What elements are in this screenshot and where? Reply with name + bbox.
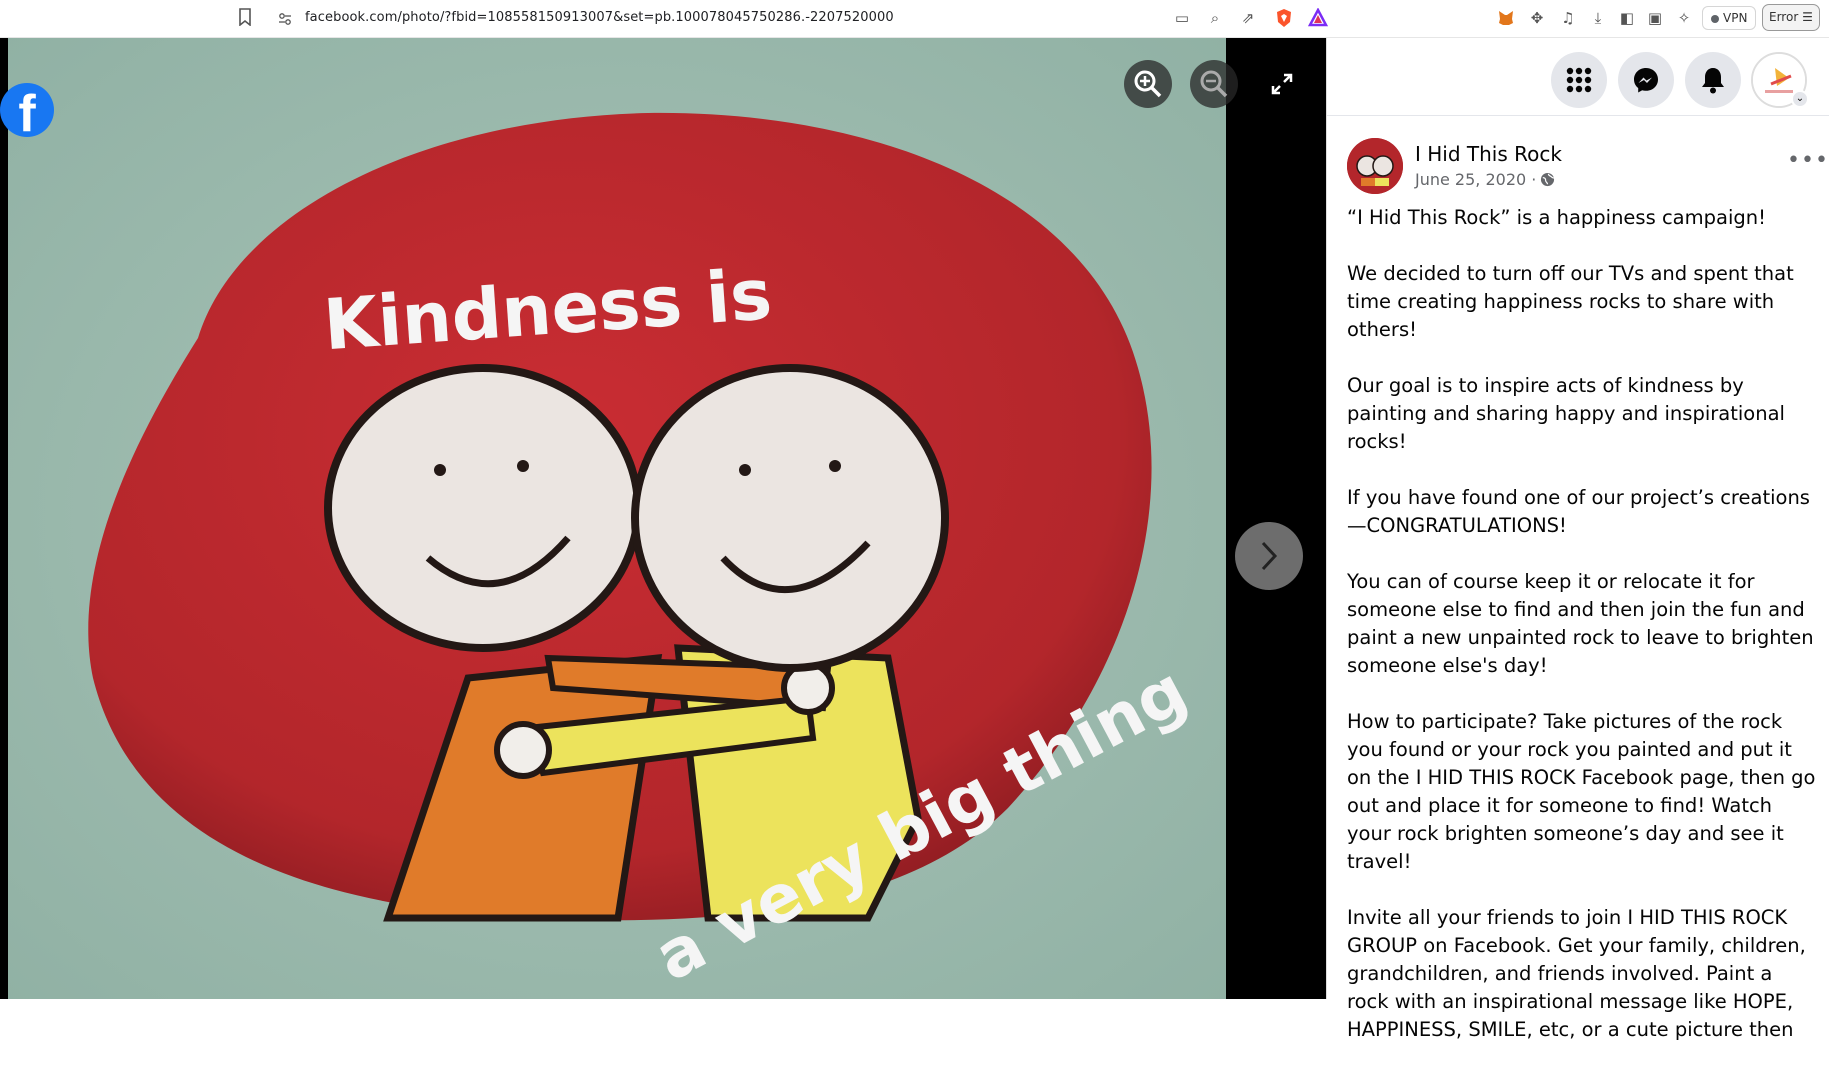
chevron-down-icon[interactable]: ⌄ — [1791, 90, 1809, 108]
zoom-icon[interactable]: ⌕ — [1205, 8, 1225, 28]
vpn-label: VPN — [1723, 11, 1748, 25]
fullscreen-icon — [1271, 73, 1293, 95]
post-sidebar: ⌄ I Hid This Rock June 25, 2020 · ••• “I… — [1326, 38, 1829, 1041]
post-paragraph: Invite all your friends to join I HID TH… — [1347, 906, 1806, 1041]
post-date[interactable]: June 25, 2020 · — [1415, 170, 1555, 189]
brave-rewards-icon[interactable] — [1308, 8, 1328, 28]
more-options-button[interactable]: ••• — [1787, 148, 1829, 173]
post-body: “I Hid This Rock” is a happiness campaig… — [1347, 204, 1817, 1072]
rock-photo-image: Kindness is a very big thing — [8, 38, 1226, 999]
zoom-out-icon — [1200, 70, 1228, 98]
facebook-logo[interactable]: f — [0, 83, 54, 137]
globe-icon — [1541, 172, 1555, 187]
more-options-icon: ••• — [1787, 148, 1829, 173]
share-icon[interactable]: ⇗ — [1238, 8, 1258, 28]
menu-button[interactable] — [1551, 52, 1607, 108]
post-paragraph: You can of course keep it or relocate it… — [1347, 570, 1814, 677]
fullscreen-button[interactable] — [1258, 60, 1306, 108]
post-paragraph: We decided to turn off our TVs and spent… — [1347, 262, 1794, 341]
wallet-fox-icon[interactable] — [1496, 8, 1516, 28]
page-avatar[interactable] — [1347, 138, 1403, 194]
post-paragraph: “I Hid This Rock” is a happiness campaig… — [1347, 206, 1766, 229]
grid-menu-icon — [1566, 67, 1592, 93]
hamburger-icon: ☰ — [1802, 10, 1813, 24]
post-paragraph: If you have found one of our project’s c… — [1347, 486, 1810, 537]
extensions-icon[interactable]: ✥ — [1527, 8, 1547, 28]
notifications-button[interactable] — [1685, 52, 1741, 108]
post-paragraph: Our goal is to inspire acts of kindness … — [1347, 374, 1785, 453]
top-nav-icons: ⌄ — [1327, 38, 1829, 116]
media-icon[interactable]: ♫ — [1558, 8, 1578, 28]
zoom-in-icon — [1134, 70, 1162, 98]
vpn-button[interactable]: VPN — [1702, 6, 1757, 30]
download-icon[interactable]: ⤓ — [1588, 8, 1608, 28]
bell-icon — [1702, 68, 1724, 94]
brave-shields-icon[interactable] — [1274, 8, 1294, 28]
chevron-right-icon — [1261, 541, 1278, 571]
photo: Kindness is a very big thing — [8, 38, 1226, 999]
post-paragraph: How to participate? Take pictures of the… — [1347, 710, 1816, 873]
error-label: Error — [1769, 10, 1799, 24]
next-photo-button[interactable] — [1235, 522, 1303, 590]
error-menu-button[interactable]: Error ☰ — [1762, 4, 1820, 31]
browser-toolbar: facebook.com/photo/?fbid=108558150913007… — [0, 0, 1829, 38]
site-settings-icon[interactable] — [278, 12, 292, 26]
photo-viewer: Kindness is a very big thing f — [0, 38, 1326, 999]
url-text[interactable]: facebook.com/photo/?fbid=108558150913007… — [305, 10, 894, 25]
page-name[interactable]: I Hid This Rock — [1415, 142, 1562, 166]
zoom-in-button[interactable] — [1124, 60, 1172, 108]
sidebar-icon[interactable]: ◧ — [1617, 8, 1637, 28]
page-avatar-image — [1347, 138, 1403, 194]
bookmark-icon[interactable] — [238, 8, 252, 26]
messenger-button[interactable] — [1618, 52, 1674, 108]
leo-ai-icon[interactable]: ✧ — [1674, 8, 1694, 28]
vpn-status-icon — [1711, 14, 1719, 23]
install-app-icon[interactable]: ▭ — [1172, 8, 1192, 28]
wallet-icon[interactable]: ▣ — [1645, 8, 1665, 28]
messenger-icon — [1634, 68, 1658, 93]
zoom-out-button[interactable] — [1190, 60, 1238, 108]
post-header: I Hid This Rock June 25, 2020 · ••• — [1347, 138, 1828, 202]
post-date-text[interactable]: June 25, 2020 · — [1415, 170, 1536, 189]
